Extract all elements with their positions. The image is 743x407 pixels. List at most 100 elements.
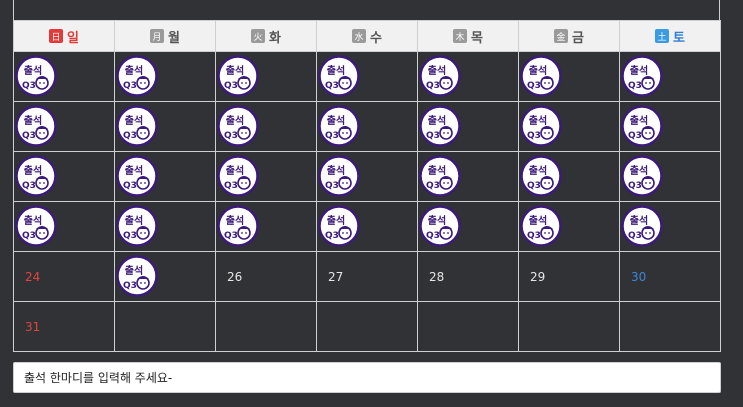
calendar-day-cell[interactable]: 출석 Q3 [619,51,721,102]
calendar-day-cell[interactable]: 출석 Q3 [417,201,519,252]
calendar-day-cell[interactable]: 출석 Q3 [114,201,216,252]
day-number: 26 [227,269,243,284]
calendar-day-cell[interactable]: 출석 Q3 [518,151,620,202]
svg-text:Q3: Q3 [123,281,137,291]
attendance-stamp-icon: 출석 Q3 [116,205,158,247]
calendar-week-row: 출석 Q3 출석 Q3 출석 Q3 출석 Q3 출석 Q3 출석 Q3 출석 Q3 [13,51,721,102]
svg-text:출석: 출석 [529,114,547,127]
calendar-top-bar [13,0,720,20]
calendar-day-cell[interactable]: 출석 Q3 [417,151,519,202]
svg-text:Q3: Q3 [426,181,440,191]
attendance-comment-input[interactable] [13,362,721,393]
attendance-stamp-icon: 출석 Q3 [116,255,158,297]
calendar-day-cell[interactable]: 출석 Q3 [114,51,216,102]
attendance-stamp-icon: 출석 Q3 [217,155,259,197]
day-number: 24 [25,269,41,284]
calendar-day-cell[interactable]: 출석 Q3 [619,201,721,252]
day-number: 28 [429,269,445,284]
calendar-day-cell[interactable]: 27 [316,251,418,302]
svg-text:Q3: Q3 [325,81,339,91]
attendance-stamp-icon: 출석 Q3 [520,205,562,247]
attendance-stamp-icon: 출석 Q3 [520,55,562,97]
svg-text:Q3: Q3 [123,231,137,241]
attendance-stamp-icon: 출석 Q3 [15,55,57,97]
calendar-week-row: 출석 Q3 출석 Q3 출석 Q3 출석 Q3 출석 Q3 출석 Q3 출석 Q3 [13,151,721,202]
calendar-day-cell[interactable]: 출석 Q3 [114,251,216,302]
attendance-stamp-icon: 출석 Q3 [621,105,663,147]
calendar-day-cell[interactable]: 출석 Q3 [316,201,418,252]
calendar-day-cell[interactable]: 출석 Q3 [114,101,216,152]
calendar-day-cell[interactable]: 출석 Q3 [114,151,216,202]
calendar-day-cell[interactable]: 출석 Q3 [13,151,115,202]
calendar-empty-cell [417,301,519,352]
calendar-day-cell[interactable]: 출석 Q3 [215,101,317,152]
calendar-day-cell[interactable]: 출석 Q3 [518,51,620,102]
svg-text:출석: 출석 [327,214,345,227]
attendance-stamp-icon: 출석 Q3 [15,155,57,197]
calendar-day-cell[interactable]: 26 [215,251,317,302]
calendar-empty-cell [316,301,418,352]
calendar-day-cell[interactable]: 출석 Q3 [13,201,115,252]
svg-text:출석: 출석 [327,114,345,127]
svg-text:Q3: Q3 [628,181,642,191]
svg-text:Q3: Q3 [224,231,238,241]
calendar-day-cell[interactable]: 출석 Q3 [619,151,721,202]
calendar-day-cell[interactable]: 출석 Q3 [518,201,620,252]
attendance-stamp-icon: 출석 Q3 [520,105,562,147]
attendance-stamp-icon: 출석 Q3 [217,55,259,97]
calendar-day-cell[interactable]: 출석 Q3 [417,101,519,152]
calendar-day-cell[interactable]: 29 [518,251,620,302]
svg-text:Q3: Q3 [527,181,541,191]
attendance-stamp-icon: 출석 Q3 [318,205,360,247]
weekday-badge: 火 [251,29,266,43]
svg-text:Q3: Q3 [22,131,36,141]
svg-text:출석: 출석 [428,64,446,77]
svg-text:출석: 출석 [24,164,42,177]
calendar-day-cell[interactable]: 출석 Q3 [619,101,721,152]
svg-text:출석: 출석 [529,64,547,77]
calendar-empty-cell [619,301,721,352]
calendar-day-cell[interactable]: 출석 Q3 [316,101,418,152]
calendar-day-cell[interactable]: 출석 Q3 [13,101,115,152]
svg-text:출석: 출석 [24,214,42,227]
attendance-stamp-icon: 출석 Q3 [419,205,461,247]
calendar-day-cell[interactable]: 28 [417,251,519,302]
attendance-stamp-icon: 출석 Q3 [116,55,158,97]
calendar-day-cell[interactable]: 31 [13,301,115,352]
calendar-week-row: 24 출석 Q3 26 27 28 29 30 [13,251,721,302]
svg-text:Q3: Q3 [628,231,642,241]
svg-text:Q3: Q3 [527,231,541,241]
attendance-stamp-icon: 출석 Q3 [419,105,461,147]
svg-text:Q3: Q3 [628,81,642,91]
calendar-empty-cell [518,301,620,352]
calendar-day-cell[interactable]: 출석 Q3 [417,51,519,102]
calendar-day-cell[interactable]: 출석 Q3 [215,151,317,202]
svg-text:출석: 출석 [630,214,648,227]
attendance-stamp-icon: 출석 Q3 [621,55,663,97]
day-number: 29 [530,269,546,284]
svg-text:Q3: Q3 [123,181,137,191]
svg-text:출석: 출석 [226,164,244,177]
calendar-body: 출석 Q3 출석 Q3 출석 Q3 출석 Q3 출석 Q3 출석 Q3 출석 Q3 출석 Q3 출석 Q3 출석 Q3… [13,51,721,352]
svg-text:Q3: Q3 [123,131,137,141]
weekday-header-sun: 日일 [13,20,115,52]
svg-text:Q3: Q3 [325,231,339,241]
calendar-day-cell[interactable]: 출석 Q3 [518,101,620,152]
calendar-day-cell[interactable]: 출석 Q3 [13,51,115,102]
calendar-empty-cell [114,301,216,352]
calendar-day-cell[interactable]: 출석 Q3 [316,151,418,202]
calendar-day-cell[interactable]: 24 [13,251,115,302]
attendance-stamp-icon: 출석 Q3 [318,155,360,197]
weekday-badge: 金 [554,29,569,43]
calendar-day-cell[interactable]: 출석 Q3 [215,201,317,252]
svg-text:Q3: Q3 [224,131,238,141]
calendar-day-cell[interactable]: 출석 Q3 [316,51,418,102]
svg-text:Q3: Q3 [426,231,440,241]
weekday-label: 금 [572,30,584,46]
attendance-stamp-icon: 출석 Q3 [217,205,259,247]
day-number: 31 [25,319,41,334]
calendar-day-cell[interactable]: 출석 Q3 [215,51,317,102]
calendar-day-cell[interactable]: 30 [619,251,721,302]
svg-text:출석: 출석 [428,164,446,177]
attendance-stamp-icon: 출석 Q3 [419,55,461,97]
